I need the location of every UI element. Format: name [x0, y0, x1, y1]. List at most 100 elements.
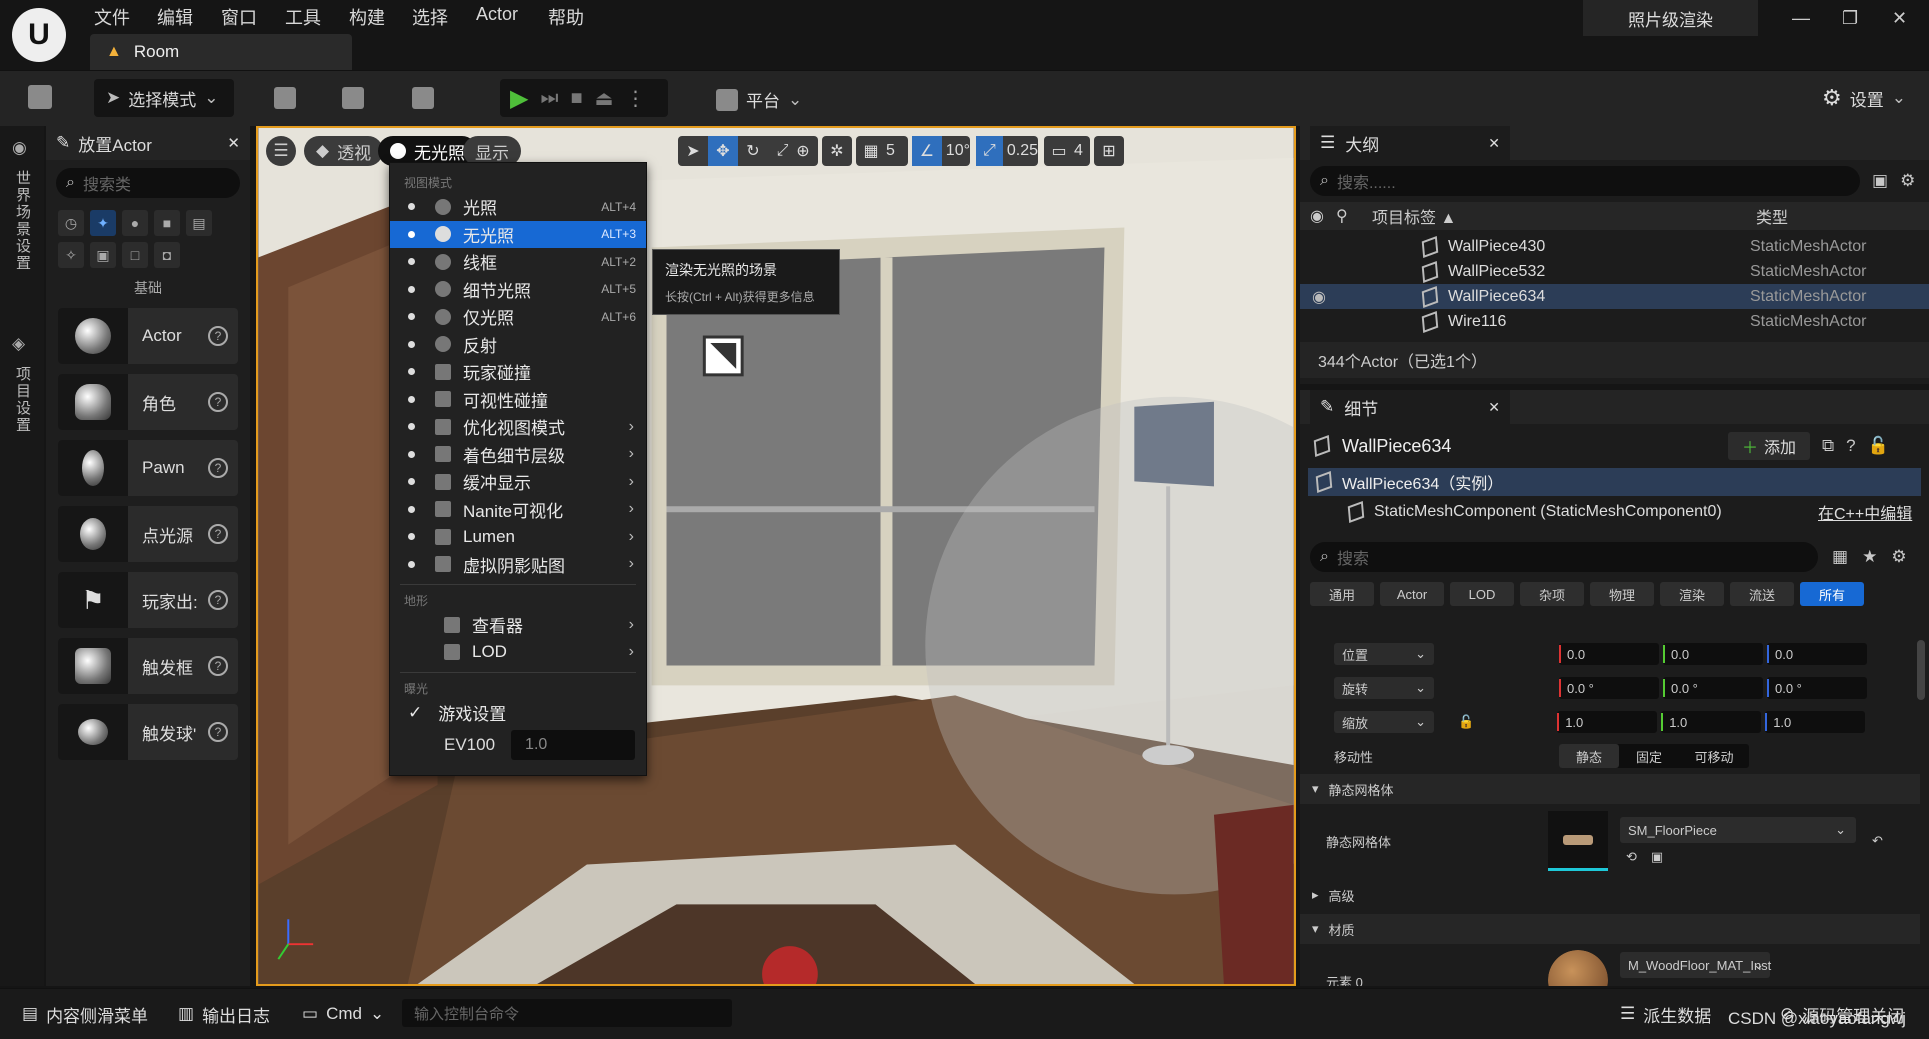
- menu-edit[interactable]: 编辑: [157, 4, 193, 30]
- add-folder-icon[interactable]: ▣: [1872, 171, 1888, 191]
- gear-icon[interactable]: ⚙: [1900, 171, 1915, 191]
- help-icon[interactable]: ?: [208, 326, 228, 346]
- derived-data-button[interactable]: ☰ 派生数据: [1620, 999, 1711, 1029]
- help-icon[interactable]: ?: [208, 458, 228, 478]
- view-mode-wireframe[interactable]: 线框 ALT+2: [390, 248, 646, 276]
- place-actor-item[interactable]: 点光源 ?: [58, 506, 238, 562]
- star-icon[interactable]: ★: [1862, 547, 1877, 567]
- level-tab[interactable]: ▲ Room: [90, 34, 352, 70]
- mobility-movable-button[interactable]: 可移动: [1679, 747, 1749, 766]
- add-component-button[interactable]: ＋ 添加: [1728, 432, 1811, 460]
- browse-icon[interactable]: ⟲: [1626, 849, 1637, 865]
- minimize-icon[interactable]: —: [1792, 8, 1810, 29]
- blueprint-icon[interactable]: ⧉: [1822, 436, 1834, 456]
- details-tab[interactable]: ✎ 细节 ✕: [1310, 390, 1510, 424]
- component-row[interactable]: StaticMeshComponent (StaticMeshComponent…: [1300, 496, 1929, 528]
- outliner-search-input[interactable]: ⌕ 搜索......: [1310, 166, 1860, 196]
- place-actor-item[interactable]: Actor ?: [58, 308, 238, 364]
- view-mode-player-collision[interactable]: 玩家碰撞: [390, 358, 646, 386]
- help-icon[interactable]: ?: [208, 722, 228, 742]
- view-mode-buffer-visualization[interactable]: 缓冲显示 ›: [390, 468, 646, 496]
- volume-icon[interactable]: ▣: [90, 242, 116, 268]
- cinematic-icon[interactable]: ▤: [186, 210, 212, 236]
- view-mode-lighting-only[interactable]: 仅光照 ALT+6: [390, 303, 646, 331]
- all-classes-icon[interactable]: □: [122, 242, 148, 268]
- view-mode-reflections[interactable]: 反射: [390, 331, 646, 359]
- stop-icon[interactable]: ■: [570, 87, 582, 110]
- rotation-dropdown[interactable]: 旋转 ⌄: [1334, 677, 1434, 699]
- blueprint-icon[interactable]: [342, 87, 364, 114]
- tab-lod[interactable]: LOD: [1450, 582, 1514, 606]
- cinematics-icon[interactable]: [412, 87, 434, 114]
- tab-rendering[interactable]: 渲染: [1660, 582, 1724, 606]
- view-mode-lod[interactable]: LOD ›: [390, 639, 646, 667]
- location-z-input[interactable]: 0.0: [1767, 643, 1867, 665]
- scale-y-input[interactable]: 1.0: [1661, 711, 1762, 733]
- menu-file[interactable]: 文件: [94, 4, 130, 30]
- close-panel-icon[interactable]: ✕: [227, 134, 240, 152]
- mobility-static-button[interactable]: 静态: [1559, 744, 1619, 768]
- light-icon[interactable]: ●: [122, 210, 148, 236]
- rotate-tool-icon[interactable]: ↻: [738, 136, 768, 166]
- location-dropdown[interactable]: 位置 ⌄: [1334, 643, 1434, 665]
- close-panel-icon[interactable]: ✕: [1488, 399, 1500, 416]
- shape-icon[interactable]: ■: [154, 210, 180, 236]
- class-search-input[interactable]: ⌕ 搜索类: [56, 168, 240, 198]
- instance-row[interactable]: WallPiece634（实例）: [1308, 468, 1921, 496]
- table-row[interactable]: ◉ WallPiece634 StaticMeshActor: [1300, 284, 1929, 309]
- eject-icon[interactable]: ⏏: [595, 86, 614, 111]
- outliner-tab[interactable]: ☰ 大纲 ✕: [1310, 126, 1510, 160]
- cmd-dropdown[interactable]: ▭ Cmd ⌄: [302, 999, 384, 1029]
- perspective-button[interactable]: ◆ 透视: [304, 136, 384, 166]
- close-icon[interactable]: ✕: [1892, 8, 1907, 29]
- material-dropdown[interactable]: M_WoodFloor_MAT_Inst ⌄: [1620, 952, 1771, 978]
- advanced-section[interactable]: ▸ 高级: [1300, 880, 1920, 910]
- more-icon[interactable]: ⋮: [625, 86, 645, 111]
- help-icon[interactable]: ?: [1846, 436, 1855, 456]
- restore-icon[interactable]: ❐: [1842, 8, 1858, 29]
- place-actor-item[interactable]: 触发框 ?: [58, 638, 238, 694]
- place-actor-item[interactable]: 角色 ?: [58, 374, 238, 430]
- place-actor-item[interactable]: 触发球' ?: [58, 704, 238, 760]
- view-mode-visibility-collision[interactable]: 可视性碰撞: [390, 386, 646, 414]
- rotation-y-input[interactable]: 0.0 °: [1663, 677, 1763, 699]
- view-mode-detail-lighting[interactable]: 细节光照 ALT+5: [390, 276, 646, 304]
- close-panel-icon[interactable]: ✕: [1488, 135, 1500, 152]
- help-icon[interactable]: ?: [208, 524, 228, 544]
- table-row[interactable]: Wire116 StaticMeshActor: [1300, 309, 1929, 334]
- material-thumbnail[interactable]: [1548, 950, 1608, 986]
- menu-actor[interactable]: Actor: [476, 4, 518, 25]
- photo-render-button[interactable]: 照片级渲染: [1583, 0, 1758, 36]
- mobility-stationary-button[interactable]: 固定: [1619, 747, 1679, 766]
- camera-speed-group[interactable]: ▭ 4: [1044, 136, 1090, 166]
- platform-dropdown[interactable]: 平台 ⌄: [716, 87, 802, 112]
- unreal-logo-icon[interactable]: U: [12, 8, 66, 62]
- content-drawer-button[interactable]: ▤ 内容侧滑菜单: [22, 999, 148, 1029]
- step-icon[interactable]: ⏭: [540, 87, 558, 110]
- recent-icon[interactable]: ◷: [58, 210, 84, 236]
- translate-tool-icon[interactable]: ✥: [708, 136, 738, 166]
- location-x-input[interactable]: 0.0: [1559, 643, 1659, 665]
- static-mesh-dropdown[interactable]: SM_FloorPiece ⌄: [1620, 817, 1856, 843]
- tab-streaming[interactable]: 流送: [1730, 582, 1794, 606]
- cube-icon[interactable]: ◈: [12, 334, 25, 354]
- reset-icon[interactable]: ↶: [1872, 833, 1883, 849]
- column-item-label[interactable]: 项目标签 ▲: [1372, 204, 1756, 228]
- eye-icon[interactable]: ◉: [1300, 206, 1336, 226]
- view-mode-lod-coloration[interactable]: 着色细节层级 ›: [390, 441, 646, 469]
- project-settings-tab[interactable]: 项目设置: [12, 366, 33, 434]
- table-icon[interactable]: ▦: [1832, 547, 1848, 567]
- find-in-browser-icon[interactable]: ▣: [1651, 849, 1663, 865]
- layout-toggle[interactable]: ⊞: [1094, 136, 1124, 166]
- gear-icon[interactable]: ⚙: [1891, 547, 1906, 567]
- tab-all[interactable]: 所有: [1800, 582, 1864, 606]
- world-settings-tab[interactable]: 世界场景设置: [12, 170, 33, 272]
- game-settings-checkbox[interactable]: ✓ 游戏设置: [390, 699, 646, 727]
- play-icon[interactable]: ▶: [510, 84, 528, 113]
- unlock-icon[interactable]: 🔓: [1458, 714, 1474, 730]
- view-mode-unlit[interactable]: 无光照 ALT+3: [390, 220, 646, 248]
- select-tool-icon[interactable]: ➤: [678, 136, 708, 166]
- tab-general[interactable]: 通用: [1310, 582, 1374, 606]
- help-icon[interactable]: ?: [208, 656, 228, 676]
- settings-dropdown[interactable]: ⚙ 设置 ⌄: [1822, 85, 1906, 111]
